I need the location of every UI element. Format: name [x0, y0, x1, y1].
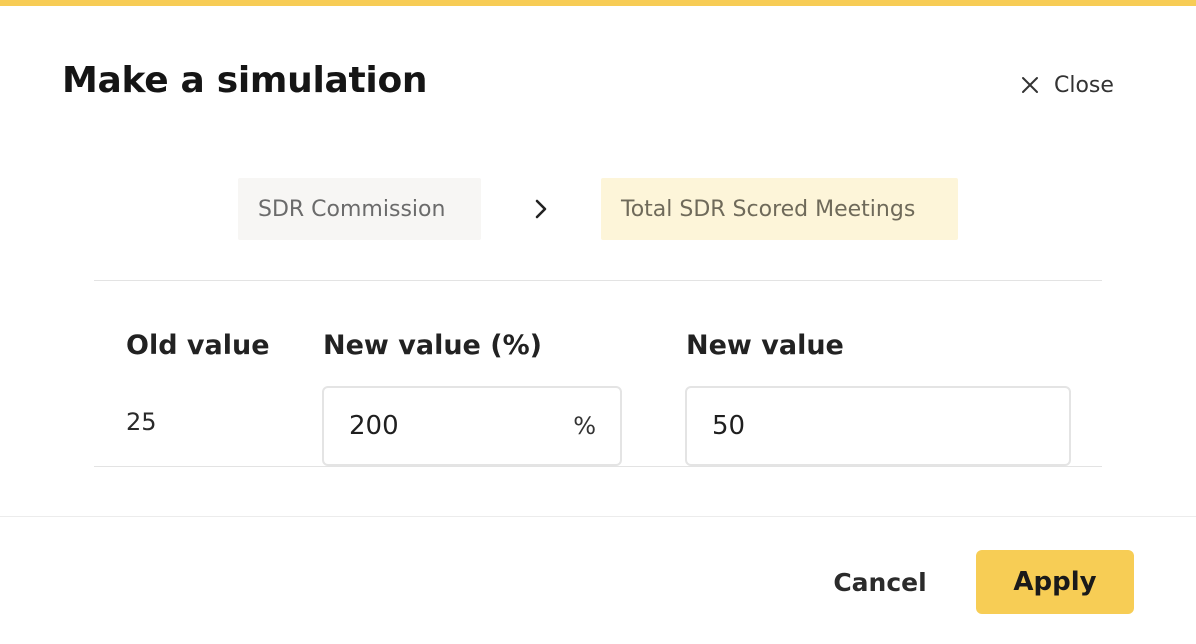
section-divider [94, 466, 1102, 467]
top-accent-bar [0, 0, 1196, 6]
new-value-percent-label: New value (%) [323, 330, 542, 361]
breadcrumb-item-sdr-commission[interactable]: SDR Commission [238, 178, 481, 240]
close-button[interactable]: Close [1020, 68, 1114, 102]
section-divider [94, 280, 1102, 281]
percent-suffix: % [573, 412, 596, 440]
footer-divider [0, 516, 1196, 517]
old-value: 25 [126, 408, 157, 436]
new-value-percent-input[interactable] [324, 388, 554, 464]
chevron-right-icon [535, 199, 547, 219]
old-value-label: Old value [126, 330, 270, 361]
close-label: Close [1054, 72, 1114, 98]
new-value-field-wrapper [685, 386, 1071, 466]
dialog-title: Make a simulation [62, 60, 428, 101]
new-value-input[interactable] [687, 388, 1069, 464]
new-value-label: New value [686, 330, 844, 361]
cancel-button[interactable]: Cancel [812, 552, 948, 612]
apply-button[interactable]: Apply [976, 550, 1134, 614]
new-value-percent-field-wrapper: % [322, 386, 622, 466]
close-icon [1020, 75, 1040, 95]
breadcrumb-item-total-sdr-scored-meetings[interactable]: Total SDR Scored Meetings [601, 178, 958, 240]
